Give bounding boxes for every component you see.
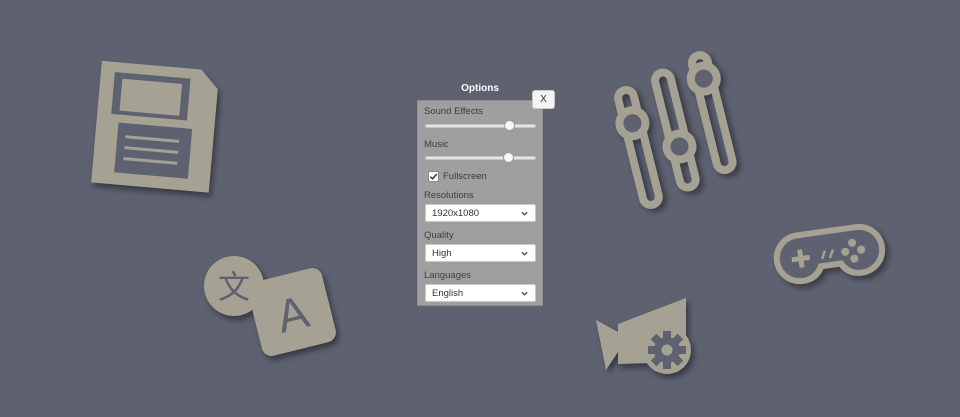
equalizer-sliders-icon: [612, 48, 762, 209]
fullscreen-toggle[interactable]: Fullscreen: [428, 170, 487, 182]
sound-effects-label: Sound Effects: [424, 106, 483, 117]
fullscreen-label: Fullscreen: [443, 170, 487, 182]
slider-handle[interactable]: [504, 120, 515, 131]
languages-dropdown[interactable]: English: [425, 284, 536, 302]
quality-dropdown[interactable]: High: [425, 244, 536, 262]
chevron-down-icon: [521, 251, 528, 256]
close-button[interactable]: X: [532, 90, 555, 109]
floppy-disk-icon: [88, 60, 228, 200]
slider-handle[interactable]: [503, 152, 514, 163]
gamepad-icon: [770, 218, 900, 298]
quality-value: High: [432, 247, 452, 259]
options-panel: Sound Effects Music Fullscreen Resolutio…: [417, 100, 543, 306]
translate-icon: 文 A: [200, 248, 340, 358]
resolutions-label: Resolutions: [424, 190, 474, 201]
languages-label: Languages: [424, 270, 472, 281]
slider-track: [425, 124, 536, 128]
video-camera-gear-icon: [592, 292, 712, 382]
chevron-down-icon: [521, 211, 528, 216]
svg-text:文: 文: [218, 268, 250, 306]
checkmark-icon: [429, 173, 438, 180]
fullscreen-checkbox[interactable]: [428, 170, 439, 182]
music-label: Music: [424, 139, 449, 150]
music-slider[interactable]: [425, 152, 536, 163]
slider-track: [425, 156, 536, 160]
resolutions-dropdown[interactable]: 1920x1080: [425, 204, 536, 222]
chevron-down-icon: [521, 291, 528, 296]
options-title: Options: [461, 83, 499, 94]
quality-label: Quality: [424, 230, 454, 241]
languages-value: English: [432, 287, 464, 299]
sound-effects-slider[interactable]: [425, 120, 536, 131]
resolutions-value: 1920x1080: [432, 207, 480, 219]
